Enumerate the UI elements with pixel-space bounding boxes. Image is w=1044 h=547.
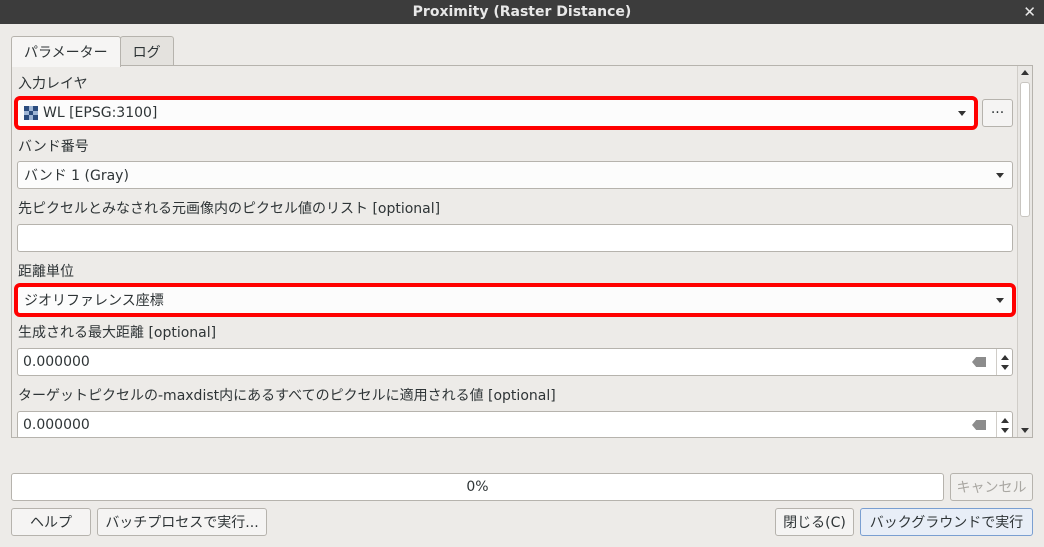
clear-icon[interactable]: [972, 420, 986, 430]
replace-value-spinbox[interactable]: 0.000000: [17, 411, 1013, 437]
tab-parameters[interactable]: パラメーター: [11, 36, 121, 67]
raster-layer-icon: [24, 106, 38, 120]
scroll-thumb[interactable]: [1020, 82, 1030, 217]
tab-bar: パラメーター ログ: [11, 36, 174, 67]
help-button[interactable]: ヘルプ: [11, 508, 91, 536]
spin-arrows[interactable]: [996, 412, 1012, 437]
replace-value-value: 0.000000: [23, 417, 90, 433]
band-label: バンド番号: [18, 139, 89, 155]
browse-layer-button[interactable]: ···: [982, 99, 1013, 127]
input-layer-label: 入力レイヤ: [18, 76, 88, 92]
arrow-down-icon[interactable]: [1000, 364, 1009, 370]
arrow-up-icon[interactable]: [1000, 417, 1009, 423]
parameters-panel: 入力レイヤ WL [EPSG:3100] ··· バンド番号 バンド 1 (Gr…: [11, 65, 1033, 438]
target-values-label: 先ピクセルとみなされる元画像内のピクセル値のリスト [optional]: [18, 201, 441, 217]
max-distance-value: 0.000000: [23, 354, 90, 370]
vertical-scrollbar[interactable]: [1017, 66, 1032, 437]
tab-log[interactable]: ログ: [119, 36, 174, 66]
spin-arrows[interactable]: [996, 349, 1012, 375]
units-value: ジオリファレンス座標: [24, 293, 164, 309]
arrow-up-icon[interactable]: [1000, 354, 1009, 360]
units-combo[interactable]: ジオリファレンス座標: [14, 283, 1016, 317]
clear-icon[interactable]: [972, 357, 986, 367]
progress-text: 0%: [466, 479, 489, 495]
batch-process-button[interactable]: バッチプロセスで実行...: [97, 508, 267, 536]
scroll-down-icon[interactable]: [1021, 428, 1029, 433]
chevron-down-icon: [996, 298, 1004, 303]
units-label: 距離単位: [18, 264, 74, 280]
run-in-background-button[interactable]: バックグラウンドで実行: [860, 508, 1033, 536]
title-bar: Proximity (Raster Distance) ✕: [0, 0, 1044, 24]
parameters-scroll-area: 入力レイヤ WL [EPSG:3100] ··· バンド番号 バンド 1 (Gr…: [12, 66, 1018, 437]
scroll-up-icon[interactable]: [1021, 70, 1029, 75]
band-combo[interactable]: バンド 1 (Gray): [17, 161, 1013, 189]
replace-value-label: ターゲットピクセルの-maxdist内にあるすべてのピクセルに適用される値 [o…: [18, 388, 556, 404]
close-icon[interactable]: ✕: [1023, 3, 1036, 21]
band-value: バンド 1 (Gray): [24, 168, 129, 184]
arrow-down-icon[interactable]: [1000, 427, 1009, 433]
max-distance-label: 生成される最大距離 [optional]: [18, 325, 217, 341]
progress-bar: 0%: [11, 473, 944, 501]
input-layer-value: WL [EPSG:3100]: [43, 105, 158, 121]
chevron-down-icon: [996, 173, 1004, 178]
max-distance-spinbox[interactable]: 0.000000: [17, 348, 1013, 376]
input-layer-combo[interactable]: WL [EPSG:3100]: [14, 96, 978, 130]
chevron-down-icon: [958, 111, 966, 116]
close-button[interactable]: 閉じる(C): [775, 508, 854, 536]
target-values-input[interactable]: [17, 224, 1013, 252]
window-title: Proximity (Raster Distance): [412, 4, 632, 20]
cancel-button[interactable]: キャンセル: [950, 473, 1033, 501]
